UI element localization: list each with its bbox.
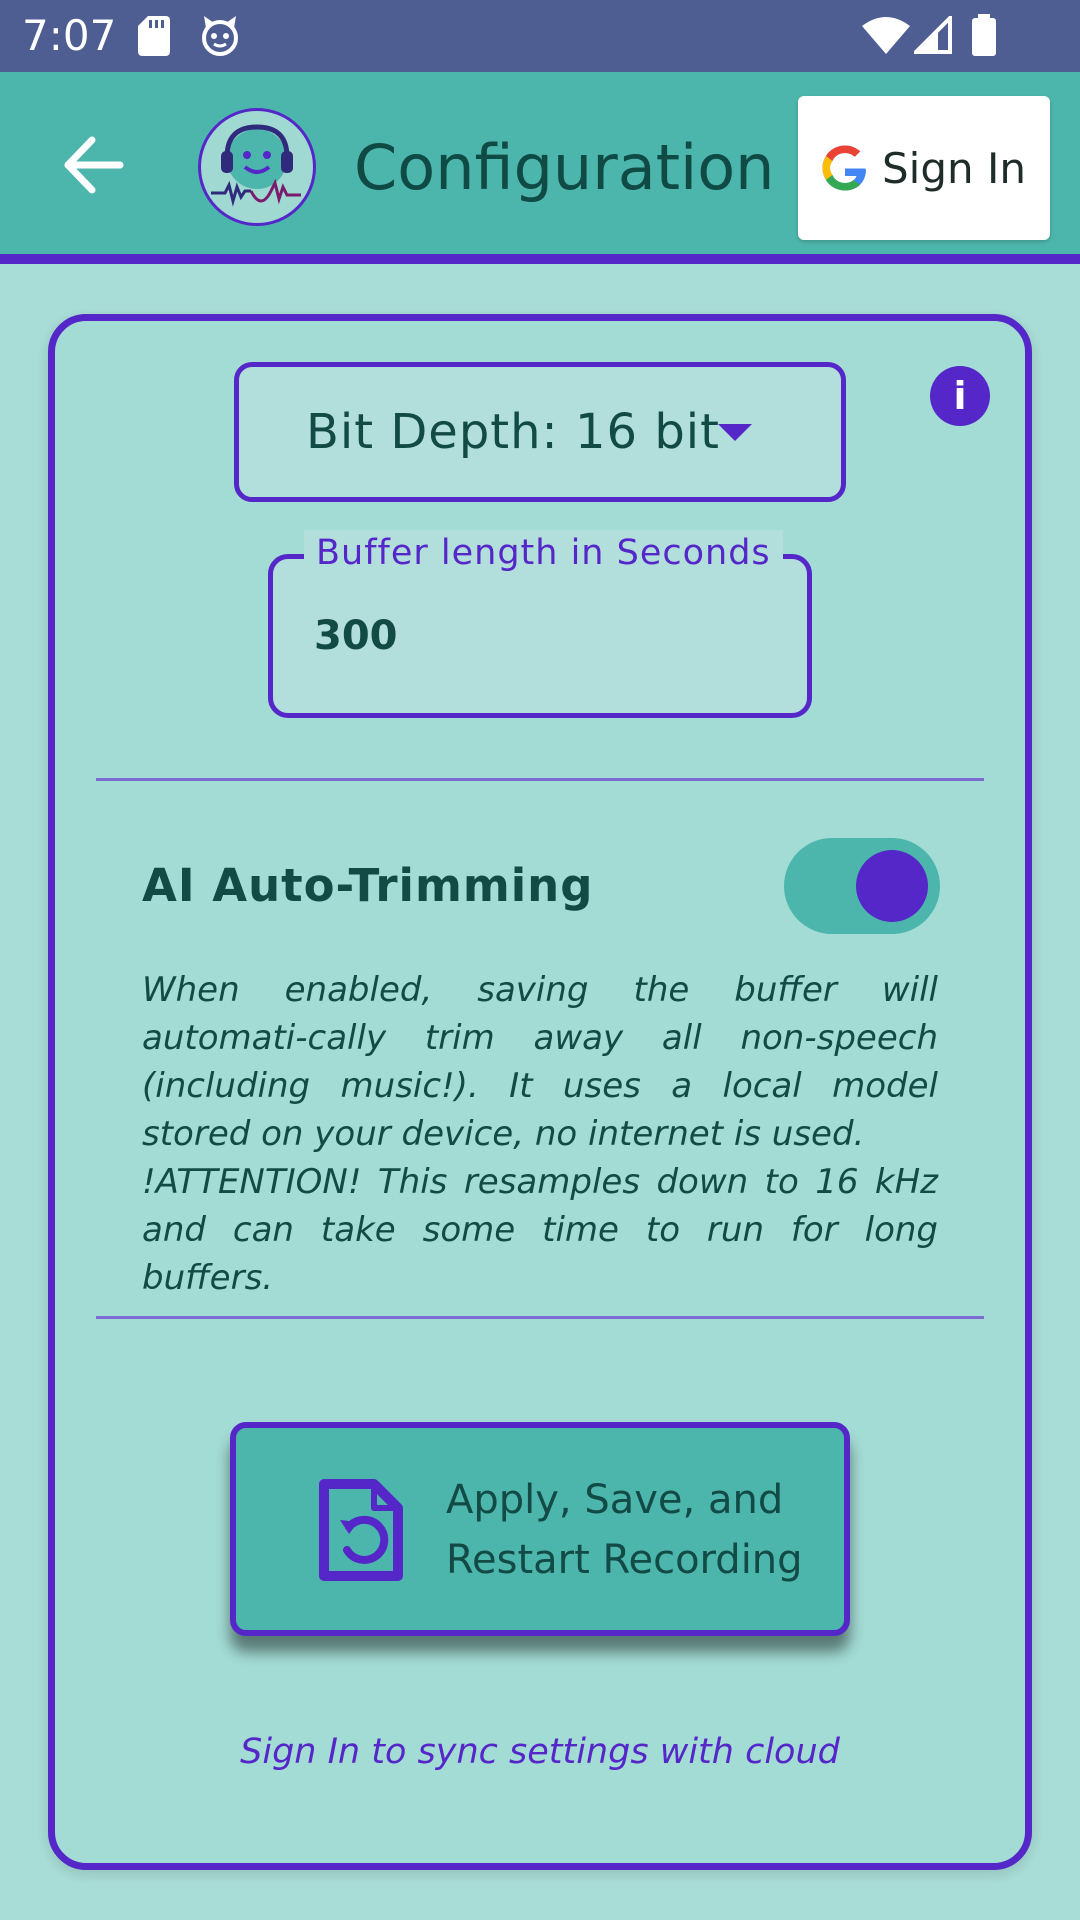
signal-icon — [914, 16, 952, 54]
divider — [96, 1316, 984, 1319]
cat-face-icon — [202, 16, 238, 56]
status-time: 7:07 — [22, 11, 117, 60]
sign-in-button[interactable]: Sign In — [798, 96, 1050, 240]
ai-auto-trimming-label: AI Auto-Trimming — [142, 859, 594, 912]
divider — [96, 778, 984, 781]
attention-paragraph: !ATTENTION! This resamples down to 16 kH… — [142, 1162, 938, 1298]
caret-down-icon — [718, 424, 752, 441]
sd-card-icon — [138, 16, 170, 56]
ai-trimming-description: When enabled, saving the buffer will aut… — [142, 966, 938, 1302]
page-title: Configuration — [354, 131, 775, 204]
apply-save-restart-label: Apply, Save, and Restart Recording — [446, 1477, 803, 1583]
sign-in-sync-link[interactable]: Sign In to sync settings with cloud — [48, 1728, 1032, 1776]
sign-in-label: Sign In — [882, 143, 1026, 193]
arrow-left-icon[interactable] — [60, 130, 130, 200]
file-restore-icon — [319, 1479, 403, 1581]
app-logo — [198, 108, 316, 226]
smiling-headphones-logo — [211, 124, 301, 207]
wifi-icon — [862, 17, 910, 54]
info-icon[interactable]: i — [930, 366, 990, 426]
google-g-icon — [822, 145, 867, 191]
battery-icon — [972, 14, 996, 56]
toggle-thumb[interactable] — [856, 850, 928, 922]
buffer-length-input[interactable]: 300 — [314, 612, 398, 660]
app-bar-divider — [0, 254, 1080, 264]
buffer-length-label: Buffer length in Seconds — [304, 530, 783, 576]
bit-depth-label: Bit Depth: 16 bit — [306, 404, 720, 460]
status-bar: 7:07 — [0, 0, 1080, 72]
description-paragraph: When enabled, saving the buffer will aut… — [142, 970, 938, 1154]
